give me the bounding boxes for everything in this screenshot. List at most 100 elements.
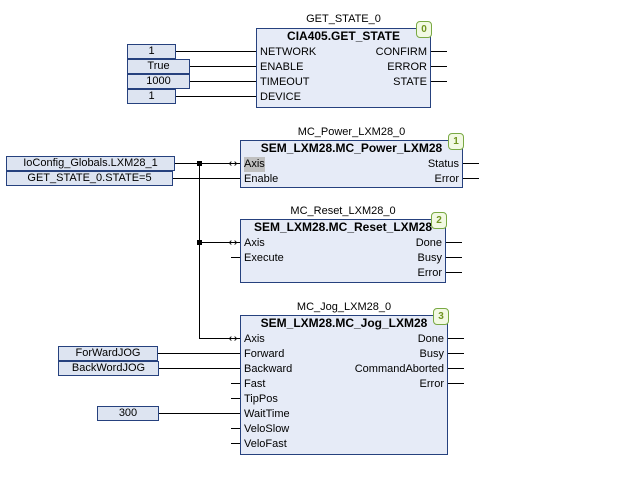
pin-row: NETWORK CONFIRM — [257, 45, 430, 60]
input-pin-veloslow[interactable]: VeloSlow — [244, 422, 289, 437]
block-type-name: CIA405.GET_STATE — [257, 29, 430, 45]
pin-row: Enable Error — [241, 172, 462, 187]
wire-stub — [231, 443, 240, 444]
wire — [463, 178, 479, 179]
block-instance-title[interactable]: MC_Power_LXM28_0 — [240, 126, 463, 139]
pin-row: Axis Done — [241, 332, 447, 347]
block-type-name: SEM_LXM28.MC_Reset_LXM28 — [241, 220, 445, 236]
pin-row: TIMEOUT STATE — [257, 75, 430, 90]
block-instance-title[interactable]: GET_STATE_0 — [256, 13, 431, 26]
pin-row: VeloSlow — [241, 422, 447, 437]
wire — [448, 368, 464, 369]
output-pin-error[interactable]: Error — [418, 266, 442, 281]
wire — [448, 353, 464, 354]
operand-box-enable[interactable]: GET_STATE_0.STATE=5 — [6, 171, 173, 186]
wire-stub — [231, 383, 240, 384]
input-pin-forward[interactable]: Forward — [244, 347, 284, 362]
execution-order-badge: 2 — [431, 212, 447, 229]
wire-stub — [231, 398, 240, 399]
input-pin-enable[interactable]: ENABLE — [260, 60, 303, 75]
inout-arrow-icon: ↔ — [226, 236, 240, 249]
pin-row: Forward Busy — [241, 347, 447, 362]
input-pin-execute[interactable]: Execute — [244, 251, 284, 266]
wire — [463, 163, 479, 164]
wire — [158, 353, 240, 354]
function-block-mc-jog[interactable]: SEM_LXM28.MC_Jog_LXM28 Axis Done Forward… — [240, 315, 448, 455]
inout-arrow-icon: ↔ — [226, 332, 240, 345]
fbd-editor-canvas: GET_STATE_0 CIA405.GET_STATE NETWORK CON… — [0, 0, 640, 480]
operand-box-backward[interactable]: BackWordJOG — [58, 361, 159, 376]
block-type-name: SEM_LXM28.MC_Jog_LXM28 — [241, 316, 447, 332]
wire — [431, 66, 447, 67]
pin-row: Execute Busy — [241, 251, 445, 266]
output-pin-commandaborted[interactable]: CommandAborted — [355, 362, 444, 377]
wire — [446, 242, 462, 243]
wire — [190, 81, 256, 82]
operand-box-timeout[interactable]: 1000 — [127, 74, 190, 89]
pin-row: Axis Done — [241, 236, 445, 251]
operand-box-forward[interactable]: ForWardJOG — [58, 346, 158, 361]
wire — [159, 413, 240, 414]
pin-row: VeloFast — [241, 437, 447, 452]
input-pin-velofast[interactable]: VeloFast — [244, 437, 287, 452]
operand-box-waittime[interactable]: 300 — [97, 406, 159, 421]
operand-box-axis[interactable]: IoConfig_Globals.LXM28_1 — [6, 156, 175, 171]
output-pin-busy[interactable]: Busy — [418, 251, 442, 266]
wire — [173, 178, 240, 179]
output-pin-error[interactable]: Error — [435, 172, 459, 187]
pin-row: Backward CommandAborted — [241, 362, 447, 377]
pin-row: Error — [241, 266, 445, 281]
function-block-mc-reset[interactable]: SEM_LXM28.MC_Reset_LXM28 Axis Done Execu… — [240, 219, 446, 283]
wire — [176, 51, 256, 52]
wire — [176, 96, 256, 97]
wire-axis-branch — [199, 163, 200, 339]
input-pin-enable[interactable]: Enable — [244, 172, 278, 187]
output-pin-state[interactable]: STATE — [393, 75, 427, 90]
operand-box-enable[interactable]: True — [127, 59, 190, 74]
function-block-mc-power[interactable]: SEM_LXM28.MC_Power_LXM28 Axis Status Ena… — [240, 140, 463, 188]
wire — [446, 272, 462, 273]
execution-order-badge: 1 — [448, 133, 464, 150]
operand-box-device[interactable]: 1 — [127, 89, 176, 104]
junction-dot — [197, 161, 202, 166]
wire — [431, 51, 447, 52]
inout-arrow-icon: ↔ — [226, 157, 240, 170]
block-instance-title[interactable]: MC_Reset_LXM28_0 — [240, 205, 446, 218]
input-pin-network[interactable]: NETWORK — [260, 45, 316, 60]
wire — [446, 257, 462, 258]
wire-stub — [231, 257, 240, 258]
input-pin-timeout[interactable]: TIMEOUT — [260, 75, 310, 90]
execution-order-badge: 0 — [416, 21, 432, 38]
pin-row: DEVICE — [257, 90, 430, 105]
output-pin-status[interactable]: Status — [428, 157, 459, 172]
output-pin-error[interactable]: ERROR — [387, 60, 427, 75]
output-pin-confirm[interactable]: CONFIRM — [376, 45, 427, 60]
wire — [190, 66, 256, 67]
pin-row: Fast Error — [241, 377, 447, 392]
output-pin-busy[interactable]: Busy — [420, 347, 444, 362]
input-pin-tippos[interactable]: TipPos — [244, 392, 278, 407]
input-pin-backward[interactable]: Backward — [244, 362, 292, 377]
block-type-name: SEM_LXM28.MC_Power_LXM28 — [241, 141, 462, 157]
input-pin-axis[interactable]: Axis — [244, 236, 265, 251]
output-pin-done[interactable]: Done — [416, 236, 442, 251]
block-instance-title[interactable]: MC_Jog_LXM28_0 — [240, 301, 448, 314]
output-pin-error[interactable]: Error — [420, 377, 444, 392]
pin-row: Axis Status — [241, 157, 462, 172]
input-pin-axis-selected[interactable]: Axis — [244, 157, 265, 172]
output-pin-done[interactable]: Done — [418, 332, 444, 347]
operand-box-network[interactable]: 1 — [127, 44, 176, 59]
input-pin-fast[interactable]: Fast — [244, 377, 265, 392]
junction-dot — [197, 240, 202, 245]
input-pin-waittime[interactable]: WaitTime — [244, 407, 290, 422]
execution-order-badge: 3 — [433, 308, 449, 325]
wire — [448, 338, 464, 339]
input-pin-device[interactable]: DEVICE — [260, 90, 301, 105]
pin-row: WaitTime — [241, 407, 447, 422]
wire — [448, 383, 464, 384]
function-block-get-state[interactable]: CIA405.GET_STATE NETWORK CONFIRM ENABLE … — [256, 28, 431, 108]
input-pin-axis[interactable]: Axis — [244, 332, 265, 347]
wire-stub — [231, 428, 240, 429]
wire — [159, 368, 240, 369]
wire — [431, 81, 447, 82]
